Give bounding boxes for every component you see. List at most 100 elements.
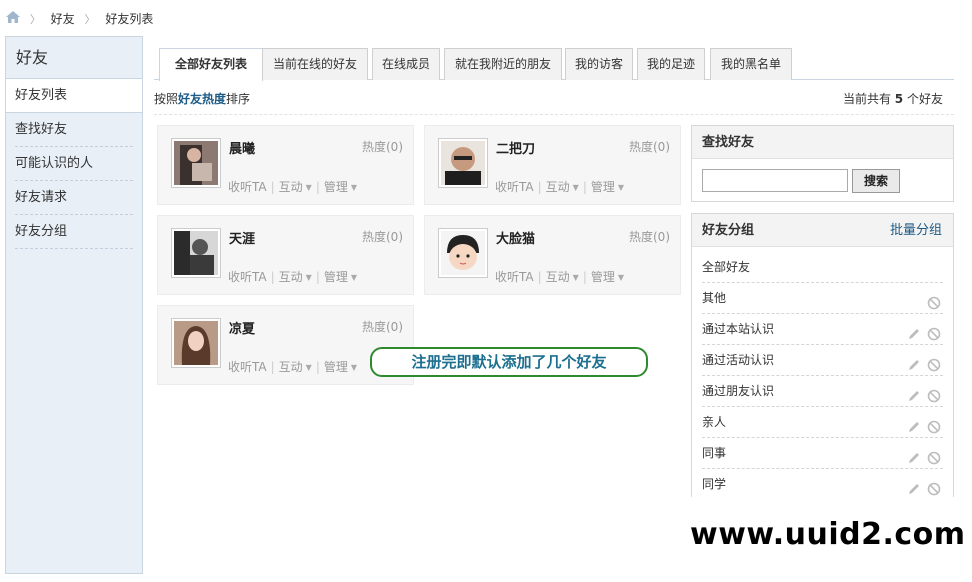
interact-dropdown[interactable]: 互动 ▼	[279, 360, 312, 374]
friend-name[interactable]: 晨曦	[229, 138, 255, 157]
sidebar-item-friend-list[interactable]: 好友列表	[6, 79, 142, 113]
tab-my-blacklist[interactable]: 我的黑名单	[710, 48, 792, 80]
interact-dropdown[interactable]: 互动 ▼	[279, 270, 312, 284]
group-label: 通过本站认识	[702, 322, 775, 336]
avatar-photo-image	[174, 231, 218, 275]
manage-label: 管理	[590, 180, 615, 194]
interact-dropdown[interactable]: 互动 ▼	[546, 270, 579, 284]
group-label: 通过活动认识	[702, 353, 775, 367]
group-label: 全部好友	[702, 260, 751, 274]
sort-info: 按照好友热度排序	[154, 90, 250, 107]
follow-link[interactable]: 收听TA	[228, 360, 267, 374]
caret-down-icon: ▼	[617, 273, 625, 282]
manage-label: 管理	[590, 270, 615, 284]
follow-link[interactable]: 收听TA	[228, 180, 267, 194]
friend-name[interactable]: 大脸猫	[496, 228, 535, 247]
friend-heat: 热度(0)	[362, 230, 403, 244]
interact-label: 互动	[278, 180, 303, 194]
find-friends-title: 查找好友	[692, 126, 953, 159]
home-icon[interactable]	[6, 11, 20, 23]
tab-bar: 全部好友列表 当前在线的好友 在线成员 就在我附近的朋友 我的访客 我的足迹 我…	[154, 48, 954, 81]
tab-my-visitors[interactable]: 我的访客	[565, 48, 633, 80]
group-item[interactable]: 同学	[702, 469, 943, 500]
avatar-photo-image	[174, 141, 218, 185]
group-item[interactable]: 全部好友	[702, 252, 943, 283]
manage-dropdown[interactable]: 管理 ▼	[591, 180, 624, 194]
caret-down-icon: ▼	[350, 183, 358, 192]
friend-actions: 收听TA | 互动 ▼ | 管理 ▼	[495, 178, 624, 195]
delete-icon[interactable]	[927, 322, 941, 341]
count-value: 5	[894, 92, 904, 106]
breadcrumb-friends[interactable]: 好友	[51, 12, 75, 26]
sort-key-link[interactable]: 好友热度	[178, 92, 226, 106]
group-label: 同事	[702, 446, 727, 460]
tab-online-friends[interactable]: 当前在线的好友	[262, 48, 368, 80]
friend-name[interactable]: 天涯	[229, 228, 255, 247]
find-friends-panel: 查找好友 搜索	[691, 125, 954, 202]
edit-pencil-icon[interactable]	[907, 384, 921, 401]
manage-dropdown[interactable]: 管理 ▼	[591, 270, 624, 284]
group-item[interactable]: 通过朋友认识	[702, 376, 943, 407]
friend-name[interactable]: 凉夏	[229, 318, 255, 337]
manage-dropdown[interactable]: 管理 ▼	[324, 360, 357, 374]
sidebar-item-friend-requests[interactable]: 好友请求	[15, 181, 133, 215]
edit-pencil-icon[interactable]	[907, 322, 921, 339]
breadcrumb-friend-list[interactable]: 好友列表	[105, 12, 153, 26]
sidebar-item-friend-groups[interactable]: 好友分组	[15, 215, 133, 249]
manage-dropdown[interactable]: 管理 ▼	[324, 180, 357, 194]
manage-dropdown[interactable]: 管理 ▼	[324, 270, 357, 284]
avatar[interactable]	[171, 228, 221, 278]
edit-pencil-icon[interactable]	[907, 477, 921, 494]
manage-label: 管理	[323, 180, 348, 194]
manage-label: 管理	[323, 270, 348, 284]
action-separator: |	[270, 360, 275, 374]
delete-icon[interactable]	[927, 291, 941, 310]
delete-icon[interactable]	[927, 384, 941, 403]
tab-all-friends[interactable]: 全部好友列表	[159, 48, 263, 81]
edit-pencil-icon[interactable]	[907, 446, 921, 463]
friend-actions: 收听TA | 互动 ▼ | 管理 ▼	[228, 178, 357, 195]
sidebar-item-people-you-may-know[interactable]: 可能认识的人	[15, 147, 133, 181]
delete-icon[interactable]	[927, 446, 941, 465]
delete-icon[interactable]	[927, 477, 941, 496]
search-input[interactable]	[702, 169, 848, 192]
interact-label: 互动	[278, 270, 303, 284]
group-item[interactable]: 亲人	[702, 407, 943, 438]
search-button[interactable]: 搜索	[852, 169, 900, 193]
edit-pencil-icon[interactable]	[907, 415, 921, 432]
friend-card: 天涯 热度(0) 收听TA | 互动 ▼ | 管理 ▼	[157, 215, 414, 295]
sort-suffix: 排序	[226, 92, 251, 106]
delete-icon[interactable]	[927, 415, 941, 434]
group-item[interactable]: 其他	[702, 283, 943, 314]
avatar[interactable]	[438, 138, 488, 188]
friend-actions: 收听TA | 互动 ▼ | 管理 ▼	[228, 358, 357, 375]
sort-prefix: 按照	[154, 92, 179, 106]
delete-icon[interactable]	[927, 353, 941, 372]
edit-pencil-icon[interactable]	[907, 353, 921, 370]
interact-dropdown[interactable]: 互动 ▼	[279, 180, 312, 194]
group-item[interactable]: 通过本站认识	[702, 314, 943, 345]
friend-card: 大脸猫 热度(0) 收听TA | 互动 ▼ | 管理 ▼	[424, 215, 681, 295]
follow-link[interactable]: 收听TA	[228, 270, 267, 284]
group-item[interactable]: 通过活动认识	[702, 345, 943, 376]
avatar-photo-image	[441, 141, 485, 185]
follow-link[interactable]: 收听TA	[495, 270, 534, 284]
group-item[interactable]: 同事	[702, 438, 943, 469]
avatar[interactable]	[438, 228, 488, 278]
action-separator: |	[315, 360, 320, 374]
action-separator: |	[315, 180, 320, 194]
interact-label: 互动	[278, 360, 303, 374]
tab-my-footprints[interactable]: 我的足迹	[637, 48, 705, 80]
follow-link[interactable]: 收听TA	[495, 180, 534, 194]
interact-dropdown[interactable]: 互动 ▼	[546, 180, 579, 194]
batch-group-link[interactable]: 批量分组	[890, 214, 942, 247]
avatar[interactable]	[171, 318, 221, 368]
friend-card: 晨曦 热度(0) 收听TA | 互动 ▼ | 管理 ▼	[157, 125, 414, 205]
tab-nearby-friends[interactable]: 就在我附近的朋友	[444, 48, 562, 80]
sidebar-item-find-friends[interactable]: 查找好友	[15, 113, 133, 147]
caret-down-icon: ▼	[617, 183, 625, 192]
tab-online-members[interactable]: 在线成员	[372, 48, 440, 80]
friend-name[interactable]: 二把刀	[496, 138, 535, 157]
avatar[interactable]	[171, 138, 221, 188]
count-suffix: 个好友	[906, 92, 943, 106]
